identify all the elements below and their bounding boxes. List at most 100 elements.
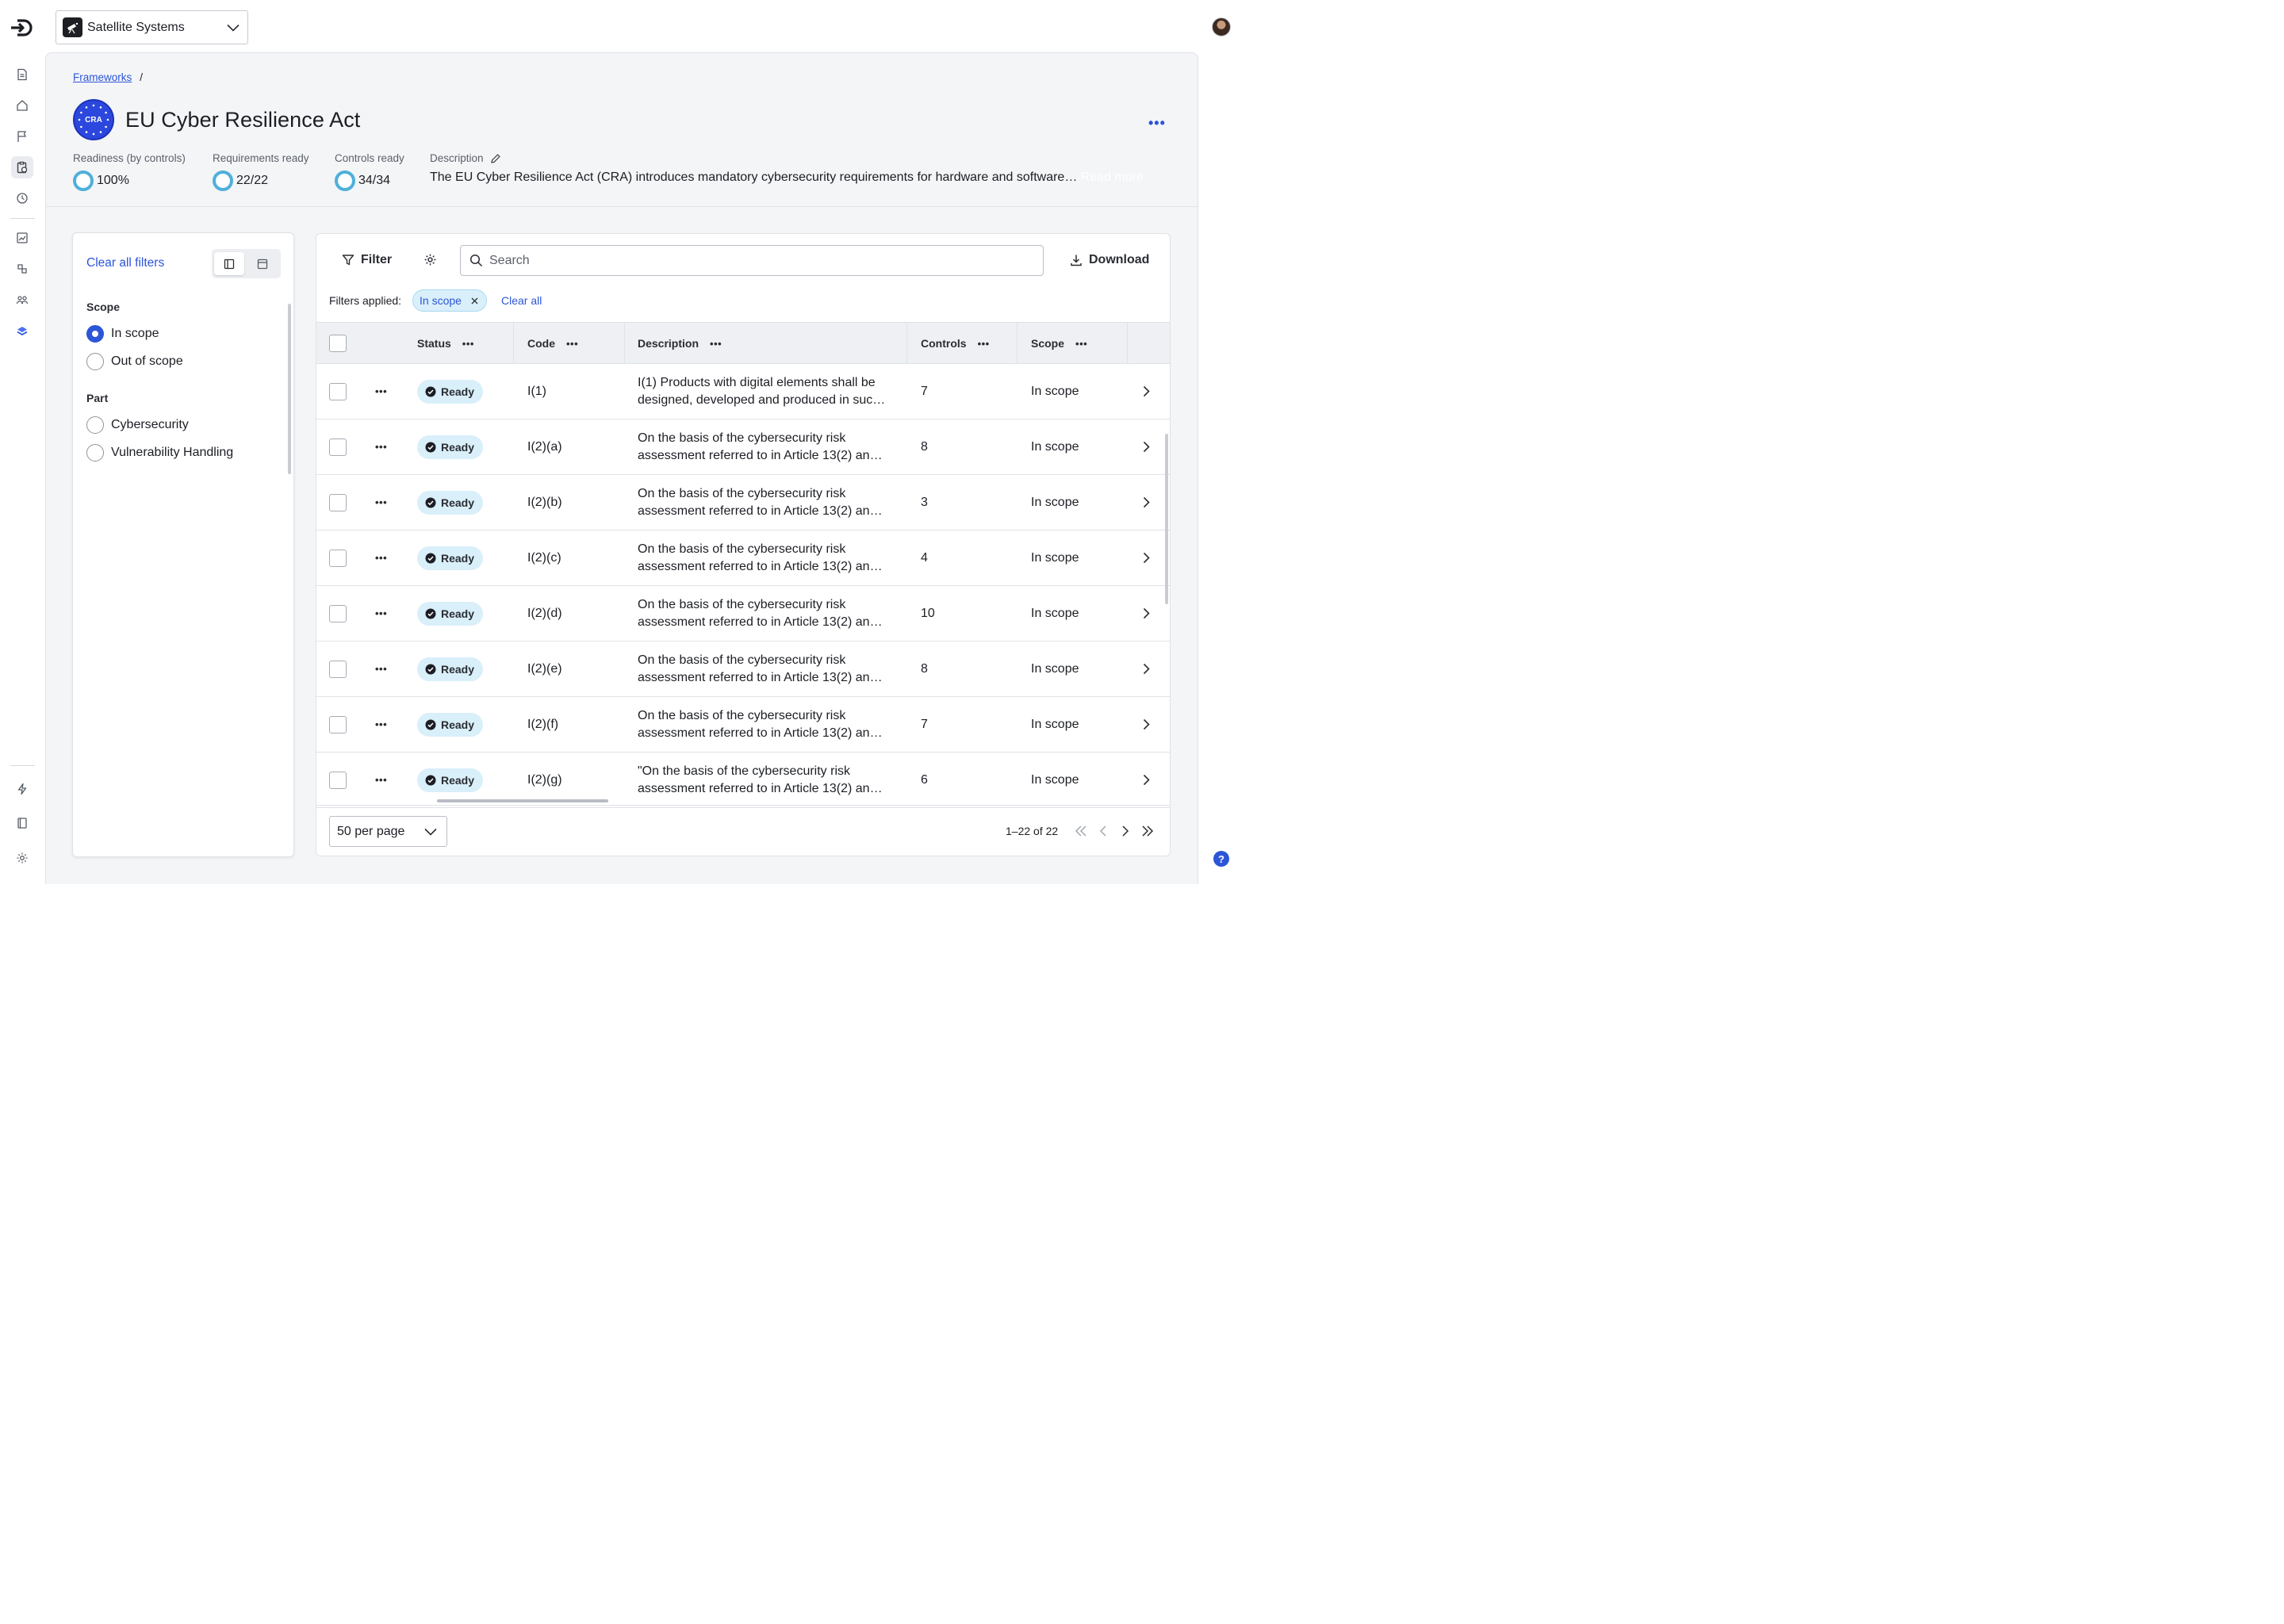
help-button[interactable]: ? (1213, 851, 1229, 867)
last-page-icon[interactable] (1140, 824, 1155, 838)
status-label: Ready (441, 385, 475, 398)
table-row[interactable]: ••• Ready I(2)(b) On the basis of the cy… (316, 475, 1170, 530)
settings-icon[interactable] (11, 847, 33, 869)
row-checkbox[interactable] (329, 660, 347, 678)
table-row[interactable]: ••• Ready I(2)(f) On the basis of the cy… (316, 697, 1170, 753)
row-checkbox-cell (329, 419, 347, 474)
table-row[interactable]: ••• Ready I(2)(d) On the basis of the cy… (316, 586, 1170, 642)
scope-out-of-scope-radio[interactable]: Out of scope (86, 353, 183, 370)
part-cybersecurity-radio[interactable]: Cybersecurity (86, 416, 189, 434)
column-menu-icon[interactable]: ••• (978, 338, 990, 350)
row-menu-icon[interactable]: ••• (375, 718, 387, 730)
home-icon[interactable] (11, 94, 33, 117)
clear-all-filters-link[interactable]: Clear all filters (86, 256, 164, 270)
column-header-scope[interactable]: Scope ••• (1031, 323, 1087, 364)
row-open-button[interactable] (1143, 364, 1150, 419)
column-menu-icon[interactable]: ••• (462, 338, 474, 350)
code-cell: I(2)(b) (527, 495, 562, 509)
row-menu-icon[interactable]: ••• (375, 663, 387, 675)
code-cell: I(2)(a) (527, 439, 562, 454)
book-icon[interactable] (11, 812, 33, 834)
row-open-button[interactable] (1143, 642, 1150, 696)
row-open-button[interactable] (1143, 475, 1150, 530)
layers-icon[interactable] (11, 320, 33, 343)
lightning-icon[interactable] (11, 778, 33, 800)
org-switcher[interactable]: Satellite Systems (56, 10, 248, 44)
row-checkbox[interactable] (329, 604, 347, 622)
column-header-status[interactable]: Status ••• (417, 323, 474, 364)
per-page-select[interactable]: 50 per page (329, 816, 447, 847)
row-checkbox[interactable] (329, 438, 347, 456)
download-button[interactable]: Download (1070, 253, 1149, 267)
scope-cell: In scope (1031, 661, 1079, 676)
history-icon[interactable] (11, 187, 33, 209)
column-header-controls[interactable]: Controls ••• (921, 323, 990, 364)
column-header-code[interactable]: Code ••• (527, 323, 578, 364)
row-checkbox[interactable] (329, 493, 347, 511)
row-open-button[interactable] (1143, 697, 1150, 752)
row-checkbox[interactable] (329, 549, 347, 567)
integrations-icon[interactable] (11, 258, 33, 280)
next-page-icon[interactable] (1118, 824, 1132, 838)
radio-unchecked[interactable] (86, 416, 104, 434)
filter-scrollbar[interactable] (288, 304, 291, 474)
table-row[interactable]: ••• Ready I(2)(a) On the basis of the cy… (316, 419, 1170, 475)
row-menu-icon[interactable]: ••• (375, 385, 387, 397)
progress-ring-icon (73, 170, 94, 191)
documents-icon[interactable] (11, 63, 33, 86)
row-menu-icon[interactable]: ••• (375, 774, 387, 786)
row-open-button[interactable] (1143, 419, 1150, 474)
table-row[interactable]: ••• Ready I(2)(e) On the basis of the cy… (316, 642, 1170, 697)
filter-button[interactable]: Filter (342, 253, 392, 267)
row-menu-icon[interactable]: ••• (375, 496, 387, 508)
monitoring-icon[interactable] (11, 227, 33, 249)
row-checkbox[interactable] (329, 382, 347, 400)
app-logo-icon[interactable] (10, 17, 35, 38)
check-circle-icon (425, 497, 436, 508)
read-more-link[interactable]: Read more (1081, 170, 1144, 184)
radio-unchecked[interactable] (86, 444, 104, 462)
filter-chip-in-scope[interactable]: In scope (412, 289, 487, 312)
radio-unchecked[interactable] (86, 353, 104, 370)
table-row[interactable]: ••• Ready I(1) I(1) Products with digita… (316, 364, 1170, 419)
first-page-icon[interactable] (1074, 824, 1088, 838)
radio-checked[interactable] (86, 325, 104, 343)
status-badge: Ready (417, 546, 484, 570)
row-actions-cell: ••• (375, 753, 387, 807)
horizontal-scrollbar[interactable] (437, 799, 608, 802)
column-menu-icon[interactable]: ••• (1075, 338, 1087, 350)
row-checkbox[interactable] (329, 771, 347, 789)
breadcrumb-frameworks-link[interactable]: Frameworks (73, 71, 132, 83)
previous-page-icon[interactable] (1096, 824, 1110, 838)
row-checkbox[interactable] (329, 715, 347, 733)
table-row[interactable]: ••• Ready I(2)(c) On the basis of the cy… (316, 530, 1170, 586)
chevron-right-icon (1143, 441, 1150, 453)
row-menu-icon[interactable]: ••• (375, 607, 387, 619)
row-open-button[interactable] (1143, 753, 1150, 807)
column-menu-icon[interactable]: ••• (566, 338, 578, 350)
row-open-button[interactable] (1143, 586, 1150, 641)
column-header-description[interactable]: Description ••• (638, 323, 722, 364)
more-options-button[interactable]: ••• (1148, 115, 1166, 132)
scope-in-scope-radio[interactable]: In scope (86, 325, 159, 343)
status-badge: Ready (417, 657, 484, 681)
row-menu-icon[interactable]: ••• (375, 441, 387, 453)
search-input[interactable]: Search (460, 245, 1044, 276)
frameworks-icon[interactable] (11, 156, 33, 178)
sidebar-view-button[interactable] (214, 252, 244, 275)
select-all-checkbox[interactable] (329, 335, 347, 352)
close-icon[interactable] (471, 297, 478, 304)
people-icon[interactable] (11, 289, 33, 311)
user-avatar[interactable] (1212, 17, 1231, 36)
top-view-button[interactable] (247, 252, 278, 275)
clear-all-link[interactable]: Clear all (501, 294, 542, 307)
flag-icon[interactable] (11, 125, 33, 147)
part-vulnerability-radio[interactable]: Vulnerability Handling (86, 444, 233, 462)
row-menu-icon[interactable]: ••• (375, 552, 387, 564)
row-open-button[interactable] (1143, 530, 1150, 585)
table-settings-button[interactable] (423, 253, 437, 270)
funnel-icon (342, 255, 354, 266)
column-menu-icon[interactable]: ••• (710, 338, 722, 350)
edit-pencil-icon[interactable] (490, 153, 501, 164)
vertical-scrollbar[interactable] (1165, 434, 1168, 604)
